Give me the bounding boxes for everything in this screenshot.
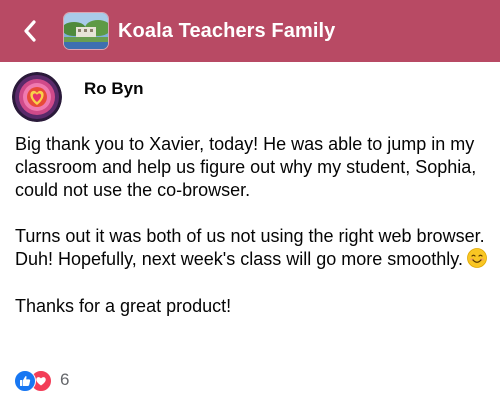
group-title[interactable]: Koala Teachers Family <box>118 20 335 43</box>
author-name[interactable]: Ro Byn <box>84 79 144 99</box>
post-paragraph-2: Turns out it was both of us not using th… <box>15 225 495 271</box>
reactions-summary[interactable]: 6 <box>14 368 69 392</box>
avatar[interactable] <box>12 72 62 122</box>
post-paragraph-text: Turns out it was both of us not using th… <box>15 226 485 269</box>
group-thumbnail[interactable] <box>64 13 108 49</box>
smiling-face-icon <box>467 248 487 268</box>
like-icon <box>14 370 36 392</box>
reaction-count: 6 <box>60 370 70 389</box>
post-header: Ro Byn <box>12 72 488 122</box>
chevron-left-icon <box>24 20 36 42</box>
post-body: Big thank you to Xavier, today! He was a… <box>15 133 495 318</box>
top-bar: Koala Teachers Family <box>0 0 500 62</box>
post-paragraph: Big thank you to Xavier, today! He was a… <box>15 134 477 200</box>
post-paragraph-3: Thanks for a great product! <box>15 296 232 316</box>
back-button[interactable] <box>10 11 50 51</box>
reaction-icons <box>14 369 54 392</box>
